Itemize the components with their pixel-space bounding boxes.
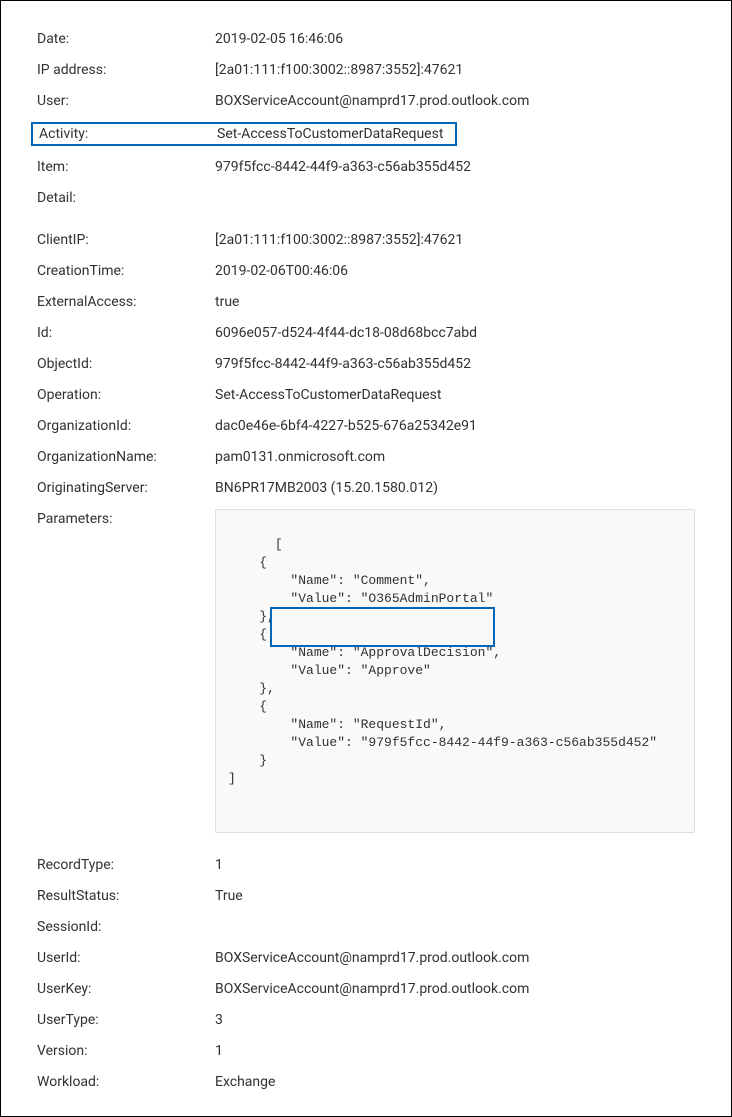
label-creation-time: CreationTime: [37,261,215,281]
value-parameters-box: [ { "Name": "Comment", "Value": "O365Adm… [215,509,695,833]
row-originating-server: OriginatingServer: BN6PR17MB2003 (15.20.… [37,478,695,498]
row-ip-address: IP address: [2a01:111:f100:3002::8987:35… [37,60,695,80]
row-user-type: UserType: 3 [37,1010,695,1030]
value-item: 979f5fcc-8442-44f9-a363-c56ab355d452 [215,157,695,177]
value-version: 1 [215,1041,695,1061]
row-user: User: BOXServiceAccount@namprd17.prod.ou… [37,91,695,111]
row-user-key: UserKey: BOXServiceAccount@namprd17.prod… [37,979,695,999]
label-version: Version: [37,1041,215,1061]
value-id: 6096e057-d524-4f44-dc18-08d68bcc7abd [215,323,695,343]
activity-highlight-box: Activity: Set-AccessToCustomerDataReques… [31,122,457,146]
label-activity: Activity: [39,125,217,143]
label-detail: Detail: [37,188,215,208]
label-item: Item: [37,157,215,177]
value-user: BOXServiceAccount@namprd17.prod.outlook.… [215,91,695,111]
label-record-type: RecordType: [37,855,215,875]
value-activity: Set-AccessToCustomerDataRequest [217,125,447,143]
row-organization-name: OrganizationName: pam0131.onmicrosoft.co… [37,447,695,467]
value-originating-server: BN6PR17MB2003 (15.20.1580.012) [215,478,695,498]
row-workload: Workload: Exchange [37,1072,695,1092]
row-object-id: ObjectId: 979f5fcc-8442-44f9-a363-c56ab3… [37,354,695,374]
row-detail: Detail: [37,188,695,208]
value-user-type: 3 [215,1010,695,1030]
label-user: User: [37,91,215,111]
row-id: Id: 6096e057-d524-4f44-dc18-08d68bcc7abd [37,323,695,343]
label-date: Date: [37,29,215,49]
row-item: Item: 979f5fcc-8442-44f9-a363-c56ab355d4… [37,157,695,177]
approval-decision-highlight-box [270,607,495,647]
value-record-type: 1 [215,855,695,875]
label-object-id: ObjectId: [37,354,215,374]
label-organization-name: OrganizationName: [37,447,215,467]
value-organization-id: dac0e46e-6bf4-4227-b525-676a25342e91 [215,416,695,436]
value-workload: Exchange [215,1072,695,1092]
value-external-access: true [215,292,695,312]
label-user-type: UserType: [37,1010,215,1030]
value-result-status: True [215,886,695,906]
row-result-status: ResultStatus: True [37,886,695,906]
value-ip-address: [2a01:111:f100:3002::8987:3552]:47621 [215,60,695,80]
value-creation-time: 2019-02-06T00:46:06 [215,261,695,281]
label-originating-server: OriginatingServer: [37,478,215,498]
value-client-ip: [2a01:111:f100:3002::8987:3552]:47621 [215,230,695,250]
label-user-key: UserKey: [37,979,215,999]
row-parameters: Parameters: [ { "Name": "Comment", "Valu… [37,509,695,833]
audit-detail-panel: Date: 2019-02-05 16:46:06 IP address: [2… [0,0,732,1117]
value-organization-name: pam0131.onmicrosoft.com [215,447,695,467]
row-operation: Operation: Set-AccessToCustomerDataReque… [37,385,695,405]
row-session-id: SessionId: [37,917,695,937]
row-client-ip: ClientIP: [2a01:111:f100:3002::8987:3552… [37,230,695,250]
label-result-status: ResultStatus: [37,886,215,906]
value-user-key: BOXServiceAccount@namprd17.prod.outlook.… [215,979,695,999]
value-date: 2019-02-05 16:46:06 [215,29,695,49]
row-date: Date: 2019-02-05 16:46:06 [37,29,695,49]
value-parameters-text: [ { "Name": "Comment", "Value": "O365Adm… [228,537,657,786]
value-operation: Set-AccessToCustomerDataRequest [215,385,695,405]
label-ip-address: IP address: [37,60,215,80]
row-activity: Activity: Set-AccessToCustomerDataReques… [37,122,695,146]
label-workload: Workload: [37,1072,215,1092]
label-id: Id: [37,323,215,343]
label-external-access: ExternalAccess: [37,292,215,312]
label-operation: Operation: [37,385,215,405]
row-version: Version: 1 [37,1041,695,1061]
label-session-id: SessionId: [37,917,215,937]
row-organization-id: OrganizationId: dac0e46e-6bf4-4227-b525-… [37,416,695,436]
label-client-ip: ClientIP: [37,230,215,250]
label-organization-id: OrganizationId: [37,416,215,436]
row-external-access: ExternalAccess: true [37,292,695,312]
row-record-type: RecordType: 1 [37,855,695,875]
row-creation-time: CreationTime: 2019-02-06T00:46:06 [37,261,695,281]
value-object-id: 979f5fcc-8442-44f9-a363-c56ab355d452 [215,354,695,374]
label-parameters: Parameters: [37,509,215,529]
value-user-id: BOXServiceAccount@namprd17.prod.outlook.… [215,948,695,968]
row-user-id: UserId: BOXServiceAccount@namprd17.prod.… [37,948,695,968]
label-user-id: UserId: [37,948,215,968]
